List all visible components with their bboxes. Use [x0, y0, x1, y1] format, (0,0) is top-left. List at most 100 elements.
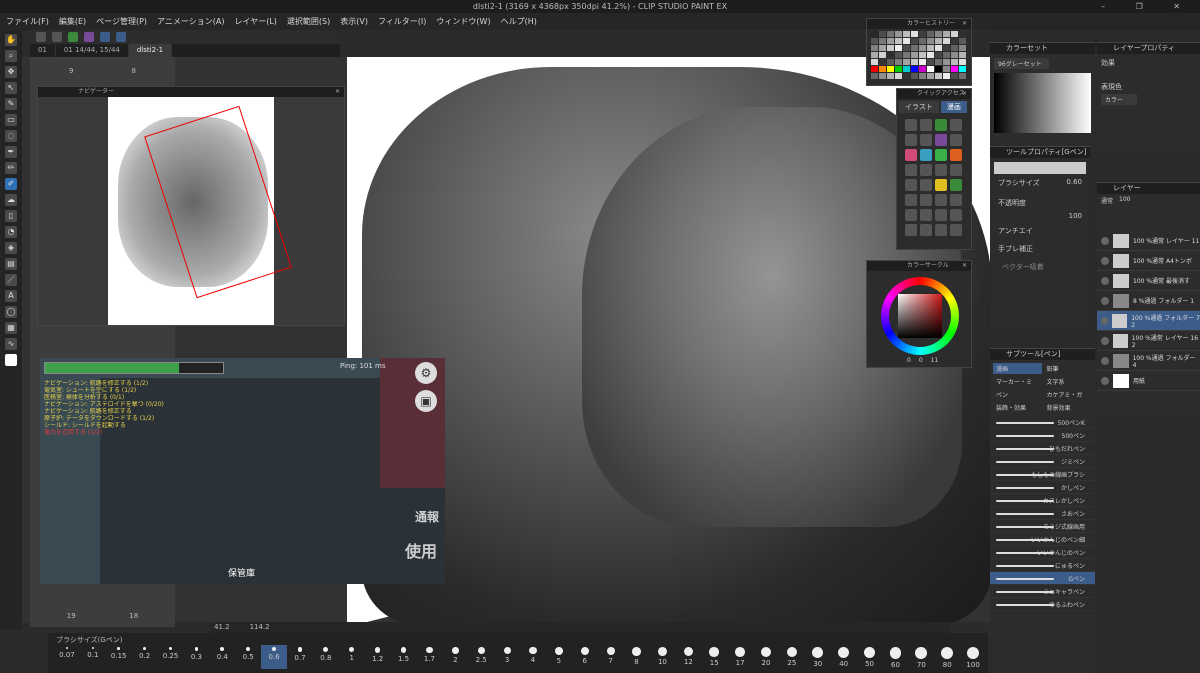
color-swatch[interactable] [895, 52, 902, 58]
close-icon[interactable]: ✕ [962, 261, 967, 271]
menu-filter[interactable]: フィルター(I) [378, 16, 426, 27]
color-swatch[interactable] [895, 45, 902, 51]
zoom-value[interactable]: 114.2 [250, 622, 270, 633]
brush-size-option[interactable]: 3 [494, 645, 520, 669]
close-icon[interactable]: ✕ [962, 89, 967, 99]
eraser-icon[interactable]: ▯ [5, 210, 17, 222]
color-swatch[interactable] [935, 52, 942, 58]
quick-tool-icon[interactable] [905, 119, 917, 131]
color-swatch[interactable] [959, 31, 966, 37]
eye-icon[interactable] [1101, 336, 1109, 345]
quick-tool-icon[interactable] [935, 224, 947, 236]
color-swatch[interactable] [871, 52, 878, 58]
subtool-brush-item[interactable]: ひもだれペン [990, 442, 1095, 455]
quick-tool-icon[interactable] [920, 149, 932, 161]
brush-size-option[interactable]: 15 [701, 645, 727, 669]
color-swatch[interactable] [951, 66, 958, 72]
blend-icon[interactable]: ◔ [5, 226, 17, 238]
opacity-value[interactable]: 100 [990, 212, 1090, 220]
zoom-icon[interactable]: ⌕ [5, 50, 17, 62]
color-swatch[interactable] [911, 73, 918, 79]
color-swatch[interactable] [879, 38, 886, 44]
correct-line-icon[interactable]: ∿ [5, 338, 17, 350]
color-swatch[interactable] [935, 45, 942, 51]
use-button[interactable]: 使用 [405, 538, 437, 562]
color-swatch[interactable] [887, 31, 894, 37]
quick-tool-icon[interactable] [920, 209, 932, 221]
color-swatch[interactable] [887, 73, 894, 79]
brush-size-option[interactable]: 30 [805, 645, 831, 669]
color-icon[interactable] [5, 354, 17, 366]
color-swatch[interactable] [871, 73, 878, 79]
operation-icon[interactable]: ↖ [5, 82, 17, 94]
quick-tool-icon[interactable] [935, 119, 947, 131]
group-decoration[interactable]: 装飾・効果 [993, 402, 1042, 413]
quick-tool-icon[interactable] [905, 134, 917, 146]
quick-tool-icon[interactable] [950, 149, 962, 161]
quick-tool-icon[interactable] [935, 134, 947, 146]
color-swatch[interactable] [887, 45, 894, 51]
color-swatch[interactable] [911, 31, 918, 37]
color-history-swatches[interactable] [871, 31, 966, 79]
redo-icon[interactable] [52, 32, 62, 42]
hue-ring[interactable] [881, 277, 959, 355]
color-swatch[interactable] [911, 45, 918, 51]
undo-icon[interactable] [36, 32, 46, 42]
color-swatch[interactable] [943, 38, 950, 44]
group-hatching[interactable]: カケアミ・ガ [1044, 389, 1093, 400]
quick-tool-icon[interactable] [905, 209, 917, 221]
eye-icon[interactable] [1101, 276, 1109, 285]
eye-icon[interactable] [1101, 356, 1109, 365]
color-swatch[interactable] [903, 38, 910, 44]
color-swatch[interactable] [951, 38, 958, 44]
color-swatch[interactable] [927, 52, 934, 58]
color-swatch[interactable] [959, 45, 966, 51]
brush-size-option[interactable]: 1.2 [365, 645, 391, 669]
quick-tool-icon[interactable] [950, 194, 962, 206]
airbrush-icon[interactable]: ☁ [5, 194, 17, 206]
navigator-preview[interactable] [38, 97, 344, 325]
quick-tool-icon[interactable] [920, 194, 932, 206]
group-background[interactable]: 背景効果 [1044, 402, 1093, 413]
color-swatch[interactable] [903, 31, 910, 37]
subtool-brush-item[interactable]: Gペン [990, 572, 1095, 585]
color-swatch[interactable] [887, 38, 894, 44]
lasso-icon[interactable]: ◌ [5, 130, 17, 142]
brush-size-option[interactable]: 10 [649, 645, 675, 669]
brush-size-option[interactable]: 12 [675, 645, 701, 669]
color-swatch[interactable] [951, 59, 958, 65]
brush-size-option[interactable]: 20 [753, 645, 779, 669]
quick-tool-icon[interactable] [905, 179, 917, 191]
brush-size-option[interactable]: 0.07 [54, 645, 80, 669]
color-swatch[interactable] [935, 66, 942, 72]
brush-size-option[interactable]: 50 [857, 645, 883, 669]
color-swatch[interactable] [951, 73, 958, 79]
color-swatch[interactable] [887, 59, 894, 65]
subtool-brush-item[interactable]: にゅるペン [990, 559, 1095, 572]
eye-icon[interactable] [1101, 256, 1109, 265]
eye-icon[interactable] [1101, 376, 1109, 385]
balloon-icon[interactable]: ◯ [5, 306, 17, 318]
layer-opacity[interactable]: 100 [1119, 196, 1130, 205]
color-swatch[interactable] [919, 59, 926, 65]
color-swatch[interactable] [911, 59, 918, 65]
transform-icon[interactable] [68, 32, 78, 42]
layer-row[interactable]: 100 %通過 フォルダー 4 [1097, 351, 1200, 371]
color-swatch[interactable] [927, 59, 934, 65]
close-icon[interactable]: ✕ [335, 87, 340, 97]
thumb-page-8[interactable]: 8 [132, 67, 136, 79]
gradient-icon[interactable]: ▤ [5, 258, 17, 270]
layer-row[interactable]: 100 %通常 A4トンボ [1097, 251, 1200, 271]
color-swatch[interactable] [871, 38, 878, 44]
color-swatch[interactable] [879, 52, 886, 58]
hand-icon[interactable]: ✋ [5, 34, 17, 46]
color-swatch[interactable] [959, 66, 966, 72]
quick-tool-icon[interactable] [935, 194, 947, 206]
eye-icon[interactable] [1101, 236, 1109, 245]
color-swatch[interactable] [895, 66, 902, 72]
thumb-page-19[interactable]: 19 [67, 612, 76, 624]
group-manga[interactable]: 漫画 [993, 363, 1042, 374]
quick-tool-icon[interactable] [935, 179, 947, 191]
layer-row[interactable]: 用紙 [1097, 371, 1200, 391]
color-swatch[interactable] [927, 45, 934, 51]
